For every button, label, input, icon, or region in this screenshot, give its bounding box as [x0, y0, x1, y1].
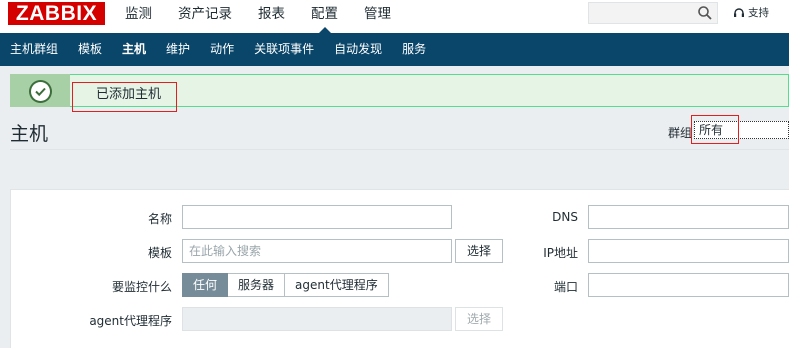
search-icon[interactable]	[697, 5, 713, 21]
main-menu-monitoring[interactable]: 监测	[112, 0, 165, 33]
main-menu-administration[interactable]: 管理	[351, 0, 404, 33]
highlight-box-group	[691, 115, 739, 144]
monitored-by-server[interactable]: 服务器	[228, 273, 286, 297]
main-menu-inventory[interactable]: 资产记录	[165, 0, 245, 33]
templates-select-button[interactable]: 选择	[455, 239, 503, 263]
sub-menu-templates[interactable]: 模板	[68, 33, 112, 66]
support-label: 支持	[748, 7, 769, 19]
check-circle-icon	[29, 80, 52, 103]
agent-proxy-input	[182, 307, 452, 331]
monitored-by-proxy[interactable]: agent代理程序	[285, 273, 389, 297]
top-header: ZABBIX 监测 资产记录 报表 配置 管理 支持	[0, 0, 789, 33]
support-link[interactable]: 支持	[733, 5, 769, 20]
monitored-by-label: 要监控什么	[111, 280, 172, 294]
port-field[interactable]	[588, 273, 789, 297]
sub-menu-hosts[interactable]: 主机	[112, 33, 156, 66]
name-field[interactable]	[182, 205, 452, 229]
sub-menu-services[interactable]: 服务	[392, 33, 436, 66]
sub-menu-maintenance[interactable]: 维护	[156, 33, 200, 66]
main-menu-reports[interactable]: 报表	[245, 0, 298, 33]
highlight-box-message	[72, 82, 177, 112]
monitored-by-any[interactable]: 任何	[182, 273, 229, 297]
port-label: 端口	[553, 280, 578, 294]
sub-menu-actions[interactable]: 动作	[200, 33, 244, 66]
sub-menu: 主机群组 模板 主机 维护 动作 关联项事件 自动发现 服务	[0, 33, 789, 66]
headset-icon	[734, 7, 744, 17]
zabbix-logo[interactable]: ZABBIX	[8, 2, 105, 25]
name-label: 名称	[147, 212, 172, 226]
agent-proxy-select-button: 选择	[455, 307, 503, 331]
main-menu: 监测 资产记录 报表 配置 管理	[112, 0, 404, 33]
title-divider	[10, 149, 789, 150]
agent-proxy-label: agent代理程序	[89, 314, 172, 328]
search-input[interactable]	[588, 2, 718, 24]
sub-menu-host-groups[interactable]: 主机群组	[0, 33, 68, 66]
page-title: 主机	[10, 123, 49, 145]
dns-label: DNS	[552, 210, 578, 224]
templates-label: 模板	[147, 246, 172, 260]
dns-field[interactable]	[588, 205, 789, 229]
main-menu-configuration[interactable]: 配置	[298, 0, 351, 33]
ip-label: IP地址	[543, 246, 578, 260]
sub-menu-discovery[interactable]: 自动发现	[324, 33, 392, 66]
group-filter-label: 群组	[668, 126, 693, 140]
templates-search-input[interactable]: 在此输入搜索	[182, 239, 452, 263]
monitored-by-segment: 任何 服务器 agent代理程序	[182, 273, 389, 297]
sub-menu-correlation[interactable]: 关联项事件	[244, 33, 324, 66]
ip-field[interactable]	[588, 239, 789, 263]
